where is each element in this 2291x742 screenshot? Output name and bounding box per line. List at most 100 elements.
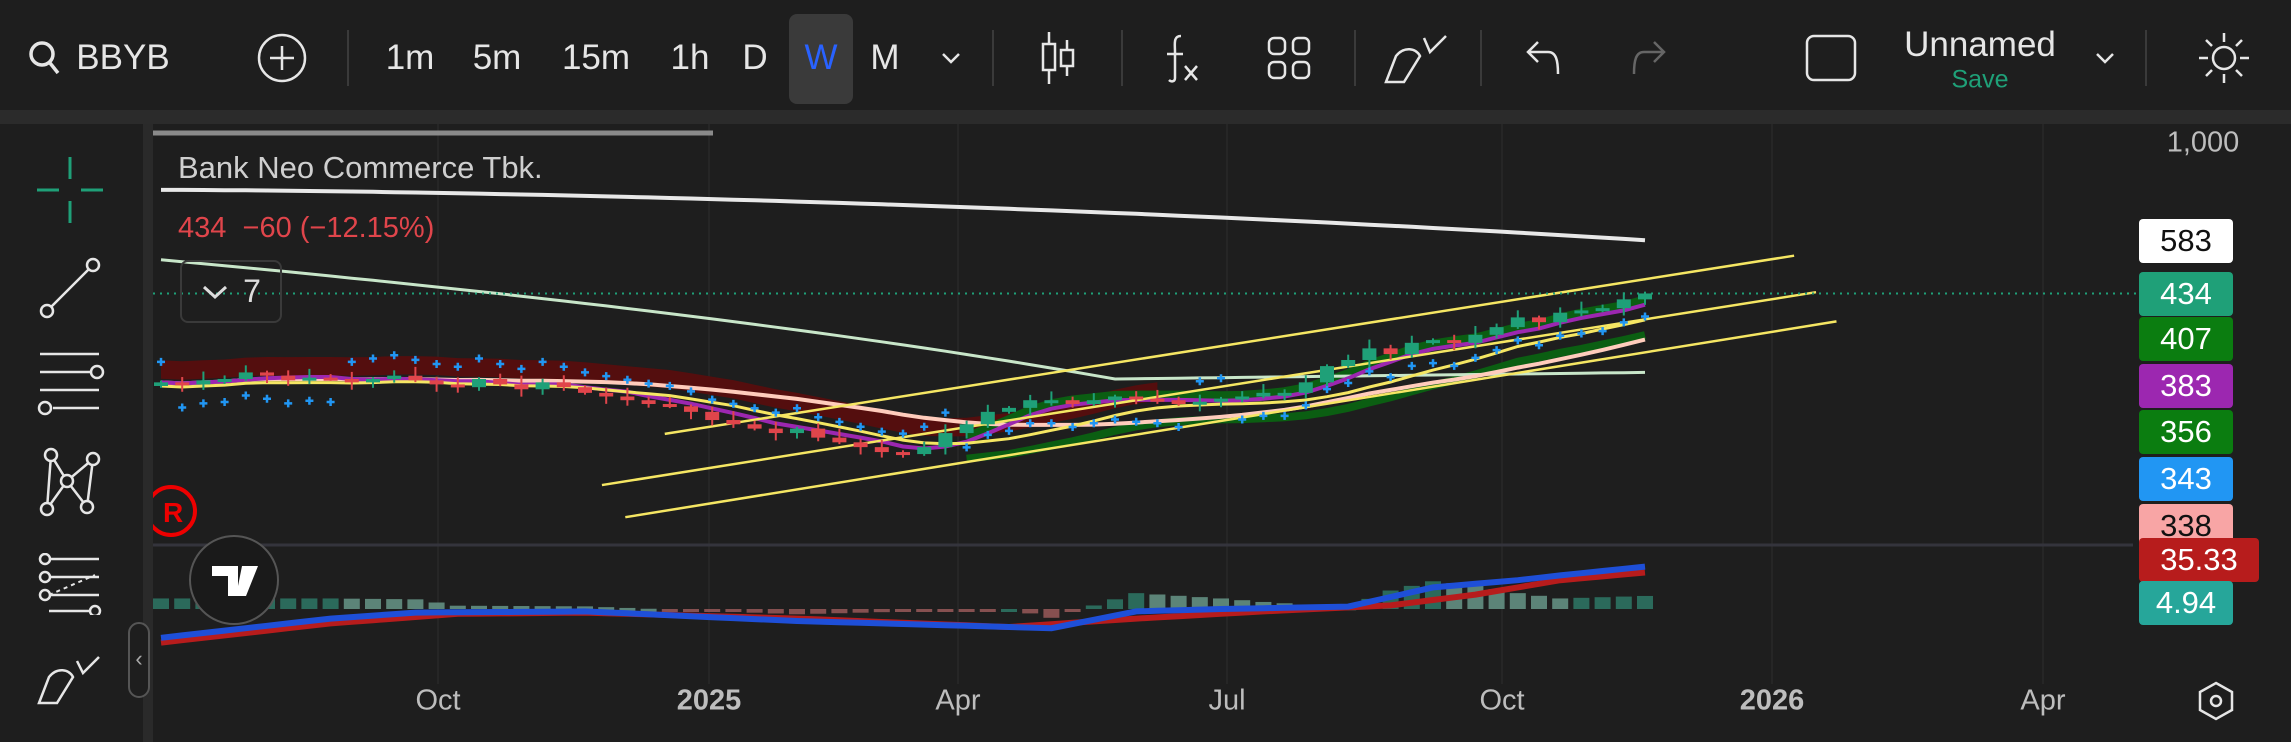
candle-body	[620, 396, 635, 401]
theme-sun-icon[interactable]	[2196, 30, 2252, 86]
histogram-bar	[1064, 609, 1081, 612]
histogram-bar	[916, 609, 933, 612]
candle-body	[1404, 342, 1419, 355]
gann-fan-icon[interactable]	[35, 553, 105, 615]
histogram-bar	[661, 609, 678, 612]
histogram-bar	[979, 609, 996, 612]
candle-body	[1574, 310, 1589, 314]
brush-icon[interactable]	[35, 651, 105, 707]
candle-body	[281, 375, 296, 381]
histogram-bar	[725, 609, 742, 612]
time-axis-label: Jul	[1208, 684, 1246, 717]
candle-body	[980, 411, 995, 425]
drawing-toolbar	[0, 124, 143, 742]
candle-body	[1510, 317, 1525, 328]
settings-hexagon-icon[interactable]	[2196, 680, 2236, 722]
candle-body	[1489, 327, 1504, 335]
sar-marker	[305, 396, 314, 405]
candle-body	[1150, 398, 1165, 402]
crosshair-icon[interactable]	[35, 155, 105, 225]
layout-name[interactable]: Unnamed	[1904, 25, 2056, 65]
collapse-toolbar-button[interactable]: ‹	[128, 622, 150, 698]
histogram-bar	[1573, 597, 1590, 609]
indicators-toggle-button[interactable]: 7	[180, 260, 282, 323]
symbol-search[interactable]: BBYB	[76, 38, 169, 78]
candle-body	[790, 428, 804, 434]
save-button[interactable]: Save	[1952, 66, 2009, 95]
histogram-bar	[831, 609, 848, 614]
chart-area[interactable]: R	[153, 124, 2291, 742]
candle-body	[450, 384, 465, 388]
candle-body	[175, 382, 190, 386]
interval-m[interactable]: M	[870, 38, 899, 78]
chart-canvas[interactable]: R	[153, 124, 2291, 742]
candle-body	[1065, 400, 1080, 405]
sar-marker	[263, 394, 271, 403]
candle-body	[1553, 312, 1568, 323]
divider	[347, 30, 349, 86]
candle-body	[1383, 348, 1398, 355]
candle-body	[217, 378, 232, 382]
interval-d[interactable]: D	[742, 38, 767, 78]
histogram-bar	[386, 599, 403, 609]
candle-body	[1235, 396, 1250, 400]
interval-1m[interactable]: 1m	[386, 38, 435, 78]
time-axis-label: Apr	[2020, 684, 2066, 717]
last-price: 434	[178, 212, 227, 244]
interval-w[interactable]: W	[804, 38, 837, 78]
sar-marker	[178, 403, 187, 412]
sar-marker	[941, 408, 950, 417]
templates-grid-icon[interactable]	[1266, 35, 1312, 81]
add-symbol-icon[interactable]	[256, 32, 308, 84]
signal-line	[160, 569, 1646, 646]
indicator-count: 7	[243, 273, 261, 309]
candle-body	[387, 375, 402, 379]
interval-5m[interactable]: 5m	[473, 38, 522, 78]
indicator-value-label: 4.94	[2139, 581, 2233, 625]
layout-square-icon[interactable]	[1804, 33, 1858, 83]
indicators-fx-icon[interactable]	[1161, 32, 1205, 84]
histogram-bar	[873, 609, 890, 613]
candles-icon[interactable]	[1038, 30, 1078, 86]
histogram-bar	[767, 609, 784, 614]
sar-marker	[1407, 361, 1416, 370]
candle-body	[641, 400, 656, 405]
candle-body	[1277, 392, 1292, 396]
interval-15m[interactable]: 15m	[562, 38, 630, 78]
candle-body	[366, 378, 380, 383]
candle-body	[1129, 396, 1144, 400]
candle-body	[1108, 396, 1122, 401]
candle-body	[1086, 400, 1101, 405]
redo-icon[interactable]	[1628, 38, 1668, 78]
candle-body	[238, 372, 253, 379]
pattern-icon[interactable]	[37, 447, 103, 517]
candle-body	[896, 452, 910, 456]
sar-marker	[1429, 359, 1437, 368]
sar-marker	[284, 399, 293, 408]
trend-line-icon[interactable]	[37, 255, 103, 321]
candle-body	[1638, 293, 1652, 300]
indicator-value-label: 35.33	[2139, 538, 2259, 582]
candle-body	[1044, 400, 1059, 404]
chevron-down-icon[interactable]	[2095, 52, 2115, 64]
histogram-bar	[704, 609, 721, 612]
histogram-bar	[174, 598, 191, 609]
candle-body	[1214, 398, 1228, 402]
search-icon[interactable]	[27, 39, 61, 77]
sar-marker	[199, 399, 208, 408]
candle-body	[493, 378, 508, 385]
interval-1h[interactable]: 1h	[671, 38, 710, 78]
candle-body	[1002, 407, 1016, 412]
histogram-bar	[937, 609, 954, 612]
sar-marker	[220, 398, 229, 407]
sar-marker	[1217, 374, 1225, 383]
brush-icon[interactable]	[1382, 32, 1452, 84]
candle-body	[1192, 401, 1207, 405]
candle-body	[196, 380, 211, 385]
histogram-bar	[1509, 593, 1526, 609]
chevron-down-icon[interactable]	[941, 52, 961, 64]
undo-icon[interactable]	[1524, 38, 1564, 78]
histogram-bar	[1552, 598, 1569, 609]
fib-retracement-icon[interactable]	[35, 350, 105, 416]
sar-marker	[1513, 336, 1522, 345]
